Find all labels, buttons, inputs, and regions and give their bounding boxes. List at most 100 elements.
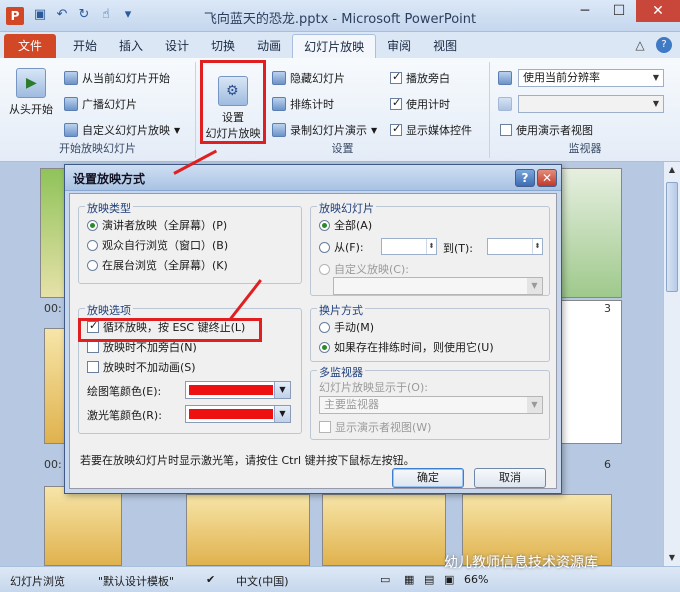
reading-view-icon[interactable]: ▤ (424, 573, 434, 586)
vertical-scrollbar[interactable]: ▲ ▼ (663, 162, 680, 566)
tab-view[interactable]: 视图 (422, 34, 468, 58)
laser-pointer-hint: 若要在放映幻灯片时显示激光笔，请按住 Ctrl 键并按下鼠标左按钮。 (80, 454, 415, 467)
hide-slide-icon (272, 71, 286, 85)
chevron-down-icon: ▼ (274, 382, 290, 398)
use-timings-checkbox[interactable]: 使用计时 (390, 96, 450, 112)
dialog-title-bar: 设置放映方式 ? ✕ (65, 165, 561, 191)
hide-slide-button[interactable]: 隐藏幻灯片 (272, 70, 345, 86)
monitor-select-icon (498, 97, 512, 111)
slide-sorter-view-icon[interactable]: ▦ (404, 573, 414, 586)
radio-all-slides[interactable]: 全部(A) (319, 217, 372, 233)
laser-color-picker[interactable]: ▼ (185, 405, 291, 423)
slide-number: 6 (604, 458, 611, 471)
tab-slide-show[interactable]: 幻灯片放映 (292, 34, 377, 58)
chevron-down-icon: ▼ (274, 406, 290, 422)
record-slide-show-button[interactable]: 录制幻灯片演示 ▼ (272, 122, 377, 138)
zoom-level[interactable]: 66% (464, 573, 488, 586)
show-type-group: 放映类型 演讲者放映（全屏幕）(P) 观众自行浏览（窗口）(B) 在展台浏览（全… (78, 200, 302, 284)
group-legend: 放映幻灯片 (317, 200, 376, 216)
close-dialog-button[interactable]: ✕ (537, 169, 557, 187)
broadcast-icon (64, 97, 78, 111)
scroll-up-icon[interactable]: ▲ (666, 164, 678, 176)
close-window-icon[interactable]: ✕ (636, 0, 680, 22)
tab-insert[interactable]: 插入 (108, 34, 154, 58)
group-start-slide-show: ▶ 从头开始 从当前幻灯片开始 广播幻灯片 自定义幻灯片放映 ▼ 开始放映幻灯片 (0, 62, 196, 158)
scroll-thumb[interactable] (666, 182, 678, 292)
view-name: 幻灯片浏览 (10, 575, 65, 588)
slide-thumbnail[interactable] (186, 494, 310, 566)
radio-kiosk[interactable]: 在展台浏览（全屏幕）(K) (87, 257, 228, 273)
help-button[interactable]: ? (515, 169, 535, 187)
clock-icon (272, 97, 286, 111)
radio-manual[interactable]: 手动(M) (319, 319, 374, 335)
slideshow-view-icon[interactable]: ▣ (444, 573, 454, 586)
radio-from-slide[interactable]: 从(F): (319, 239, 364, 255)
dropdown-arrow-icon: ▼ (371, 125, 378, 135)
highlight-setup-button (200, 60, 266, 144)
no-animation-checkbox[interactable]: 放映时不加动画(S) (87, 359, 196, 375)
cancel-button[interactable]: 取消 (474, 468, 546, 488)
title-bar: P ▣ ↶ ↻ ☝ ▾ 飞向蓝天的恐龙.pptx - Microsoft Pow… (0, 0, 680, 32)
pen-color-picker[interactable]: ▼ (185, 381, 291, 399)
tab-design[interactable]: 设计 (154, 34, 200, 58)
slide-thumbnail[interactable] (556, 168, 622, 298)
resolution-select[interactable]: 使用当前分辨率 ▼ (518, 69, 664, 87)
minimize-icon[interactable]: ─ (568, 0, 602, 22)
ribbon: ▶ 从头开始 从当前幻灯片开始 广播幻灯片 自定义幻灯片放映 ▼ 开始放映幻灯片 … (0, 58, 680, 162)
use-presenter-view-checkbox[interactable]: 使用演示者视图 (500, 122, 593, 138)
radio-use-timings[interactable]: 如果存在排练时间，则使用它(U) (319, 339, 494, 355)
slide-timing: 00: (44, 458, 62, 471)
play-narrations-checkbox[interactable]: 播放旁白 (390, 70, 450, 86)
radio-icon (319, 219, 330, 231)
tab-transitions[interactable]: 切换 (200, 34, 246, 58)
minimize-ribbon-icon[interactable]: △ (632, 37, 648, 53)
from-slide-input[interactable]: ⬍ (381, 238, 437, 255)
dialog-title: 设置放映方式 (73, 172, 146, 186)
custom-slide-show-button[interactable]: 自定义幻灯片放映 ▼ (64, 122, 180, 138)
proofing-icon[interactable]: ✔ (206, 573, 215, 586)
chevron-down-icon: ▼ (652, 99, 660, 108)
chevron-down-icon: ▼ (652, 73, 660, 82)
checkbox-icon (390, 96, 402, 110)
watermark-text: 幼儿教师信息技术资源库 (444, 555, 598, 571)
rehearse-timings-button[interactable]: 排练计时 (272, 96, 334, 112)
radio-icon (319, 263, 330, 275)
to-slide-input[interactable]: ⬍ (487, 238, 543, 255)
radio-presenter[interactable]: 演讲者放映（全屏幕）(P) (87, 217, 227, 233)
radio-icon (87, 259, 98, 271)
from-current-slide-button[interactable]: 从当前幻灯片开始 (64, 70, 170, 86)
maximize-icon[interactable]: ☐ (602, 0, 636, 22)
radio-custom-show[interactable]: 自定义放映(C): (319, 261, 409, 277)
current-slide-icon (64, 71, 78, 85)
ok-button[interactable]: 确定 (392, 468, 464, 488)
broadcast-slide-show-button[interactable]: 广播幻灯片 (64, 96, 137, 112)
advance-slides-group: 换片方式 手动(M) 如果存在排练时间，则使用它(U) (310, 302, 550, 362)
laser-color-label: 激光笔颜色(R): (87, 409, 162, 422)
normal-view-icon[interactable]: ▭ (380, 573, 390, 586)
group-monitors: 使用当前分辨率 ▼ ▼ 使用演示者视图 监视器 (490, 62, 680, 158)
tab-review[interactable]: 审阅 (376, 34, 422, 58)
slide-thumbnail[interactable] (44, 486, 122, 566)
help-icon[interactable]: ? (656, 37, 672, 53)
slide-thumbnail[interactable] (556, 300, 622, 444)
radio-individual-window[interactable]: 观众自行浏览（窗口）(B) (87, 237, 228, 253)
checkbox-icon (87, 341, 99, 353)
scroll-down-icon[interactable]: ▼ (666, 552, 678, 564)
checkbox-icon (319, 421, 331, 433)
checkbox-icon (390, 70, 402, 84)
tab-animations[interactable]: 动画 (246, 34, 292, 58)
presenter-view-checkbox[interactable]: 显示演示者视图(W) (319, 419, 431, 435)
pen-color-label: 绘图笔颜色(E): (87, 385, 162, 398)
monitor-select[interactable]: 主要监视器 ▼ (319, 396, 543, 414)
tab-home[interactable]: 开始 (62, 34, 108, 58)
radio-icon (87, 239, 98, 251)
custom-show-select[interactable]: ▼ (333, 277, 543, 295)
language-indicator[interactable]: 中文(中国) (236, 573, 289, 589)
show-media-controls-checkbox[interactable]: 显示媒体控件 (390, 122, 472, 138)
ribbon-tab-row: 文件 开始 插入 设计 切换 动画 幻灯片放映 审阅 视图 △ ? (0, 32, 680, 58)
from-beginning-button[interactable]: ▶ 从头开始 (6, 68, 56, 117)
slide-thumbnail[interactable] (322, 494, 446, 566)
show-on-monitor-select[interactable]: ▼ (518, 95, 664, 113)
tab-file[interactable]: 文件 (4, 34, 56, 58)
theme-name: "默认设计模板" (98, 575, 175, 588)
